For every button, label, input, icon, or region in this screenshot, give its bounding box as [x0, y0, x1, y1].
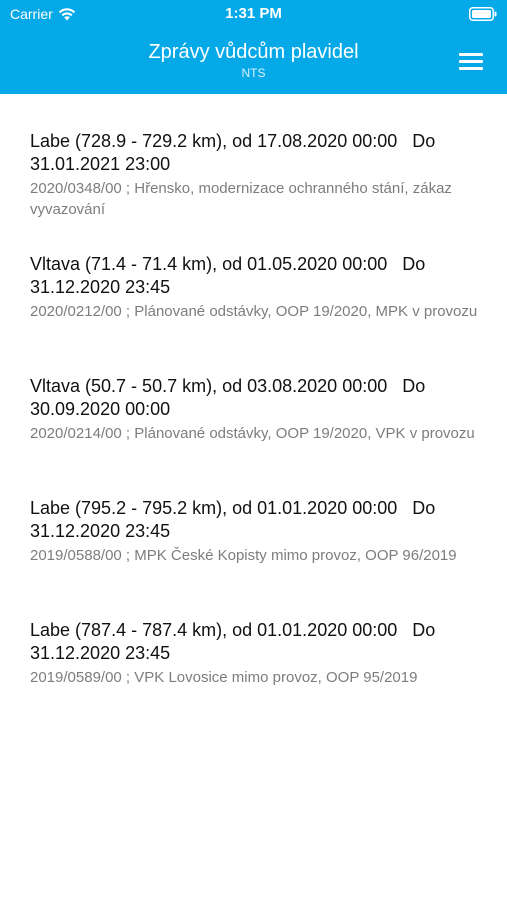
message-description: 2019/0589/00 ; VPK Lovosice mimo provoz,… — [30, 669, 418, 686]
message-title: Vltava (50.7 - 50.7 km), od 03.08.2020 0… — [30, 376, 431, 419]
hamburger-menu-icon — [459, 53, 483, 56]
list-item[interactable]: Labe (787.4 - 787.4 km), od 01.01.2020 0… — [30, 619, 490, 688]
list-item[interactable]: Labe (795.2 - 795.2 km), od 01.01.2020 0… — [30, 497, 490, 566]
message-title: Labe (728.9 - 729.2 km), od 17.08.2020 0… — [30, 131, 441, 174]
list-item[interactable]: Vltava (71.4 - 71.4 km), od 01.05.2020 0… — [30, 253, 490, 322]
page-subtitle: NTS — [241, 66, 266, 80]
message-description: 2020/0348/00 ; Hřensko, modernizace ochr… — [30, 180, 452, 218]
list-item[interactable]: Labe (728.9 - 729.2 km), od 17.08.2020 0… — [30, 130, 490, 220]
app-header: Carrier 1:31 PM Zprávy vůdcům plavidel N… — [0, 0, 507, 94]
message-description: 2019/0588/00 ; MPK České Kopisty mimo pr… — [30, 547, 457, 564]
message-title: Vltava (71.4 - 71.4 km), od 01.05.2020 0… — [30, 254, 431, 297]
status-time: 1:31 PM — [225, 5, 282, 22]
page-title: Zprávy vůdcům plavidel — [148, 41, 359, 63]
list-item[interactable]: Vltava (50.7 - 50.7 km), od 03.08.2020 0… — [30, 375, 490, 444]
message-title: Labe (795.2 - 795.2 km), od 01.01.2020 0… — [30, 498, 441, 541]
message-description: 2020/0212/00 ; Plánované odstávky, OOP 1… — [30, 303, 478, 320]
battery-icon — [469, 7, 497, 21]
message-description: 2020/0214/00 ; Plánované odstávky, OOP 1… — [30, 425, 475, 442]
menu-button[interactable] — [459, 51, 485, 73]
navigation-bar: Zprávy vůdcům plavidel NTS — [0, 40, 507, 88]
message-title: Labe (787.4 - 787.4 km), od 01.01.2020 0… — [30, 620, 441, 663]
status-bar: Carrier 1:31 PM — [0, 0, 507, 28]
